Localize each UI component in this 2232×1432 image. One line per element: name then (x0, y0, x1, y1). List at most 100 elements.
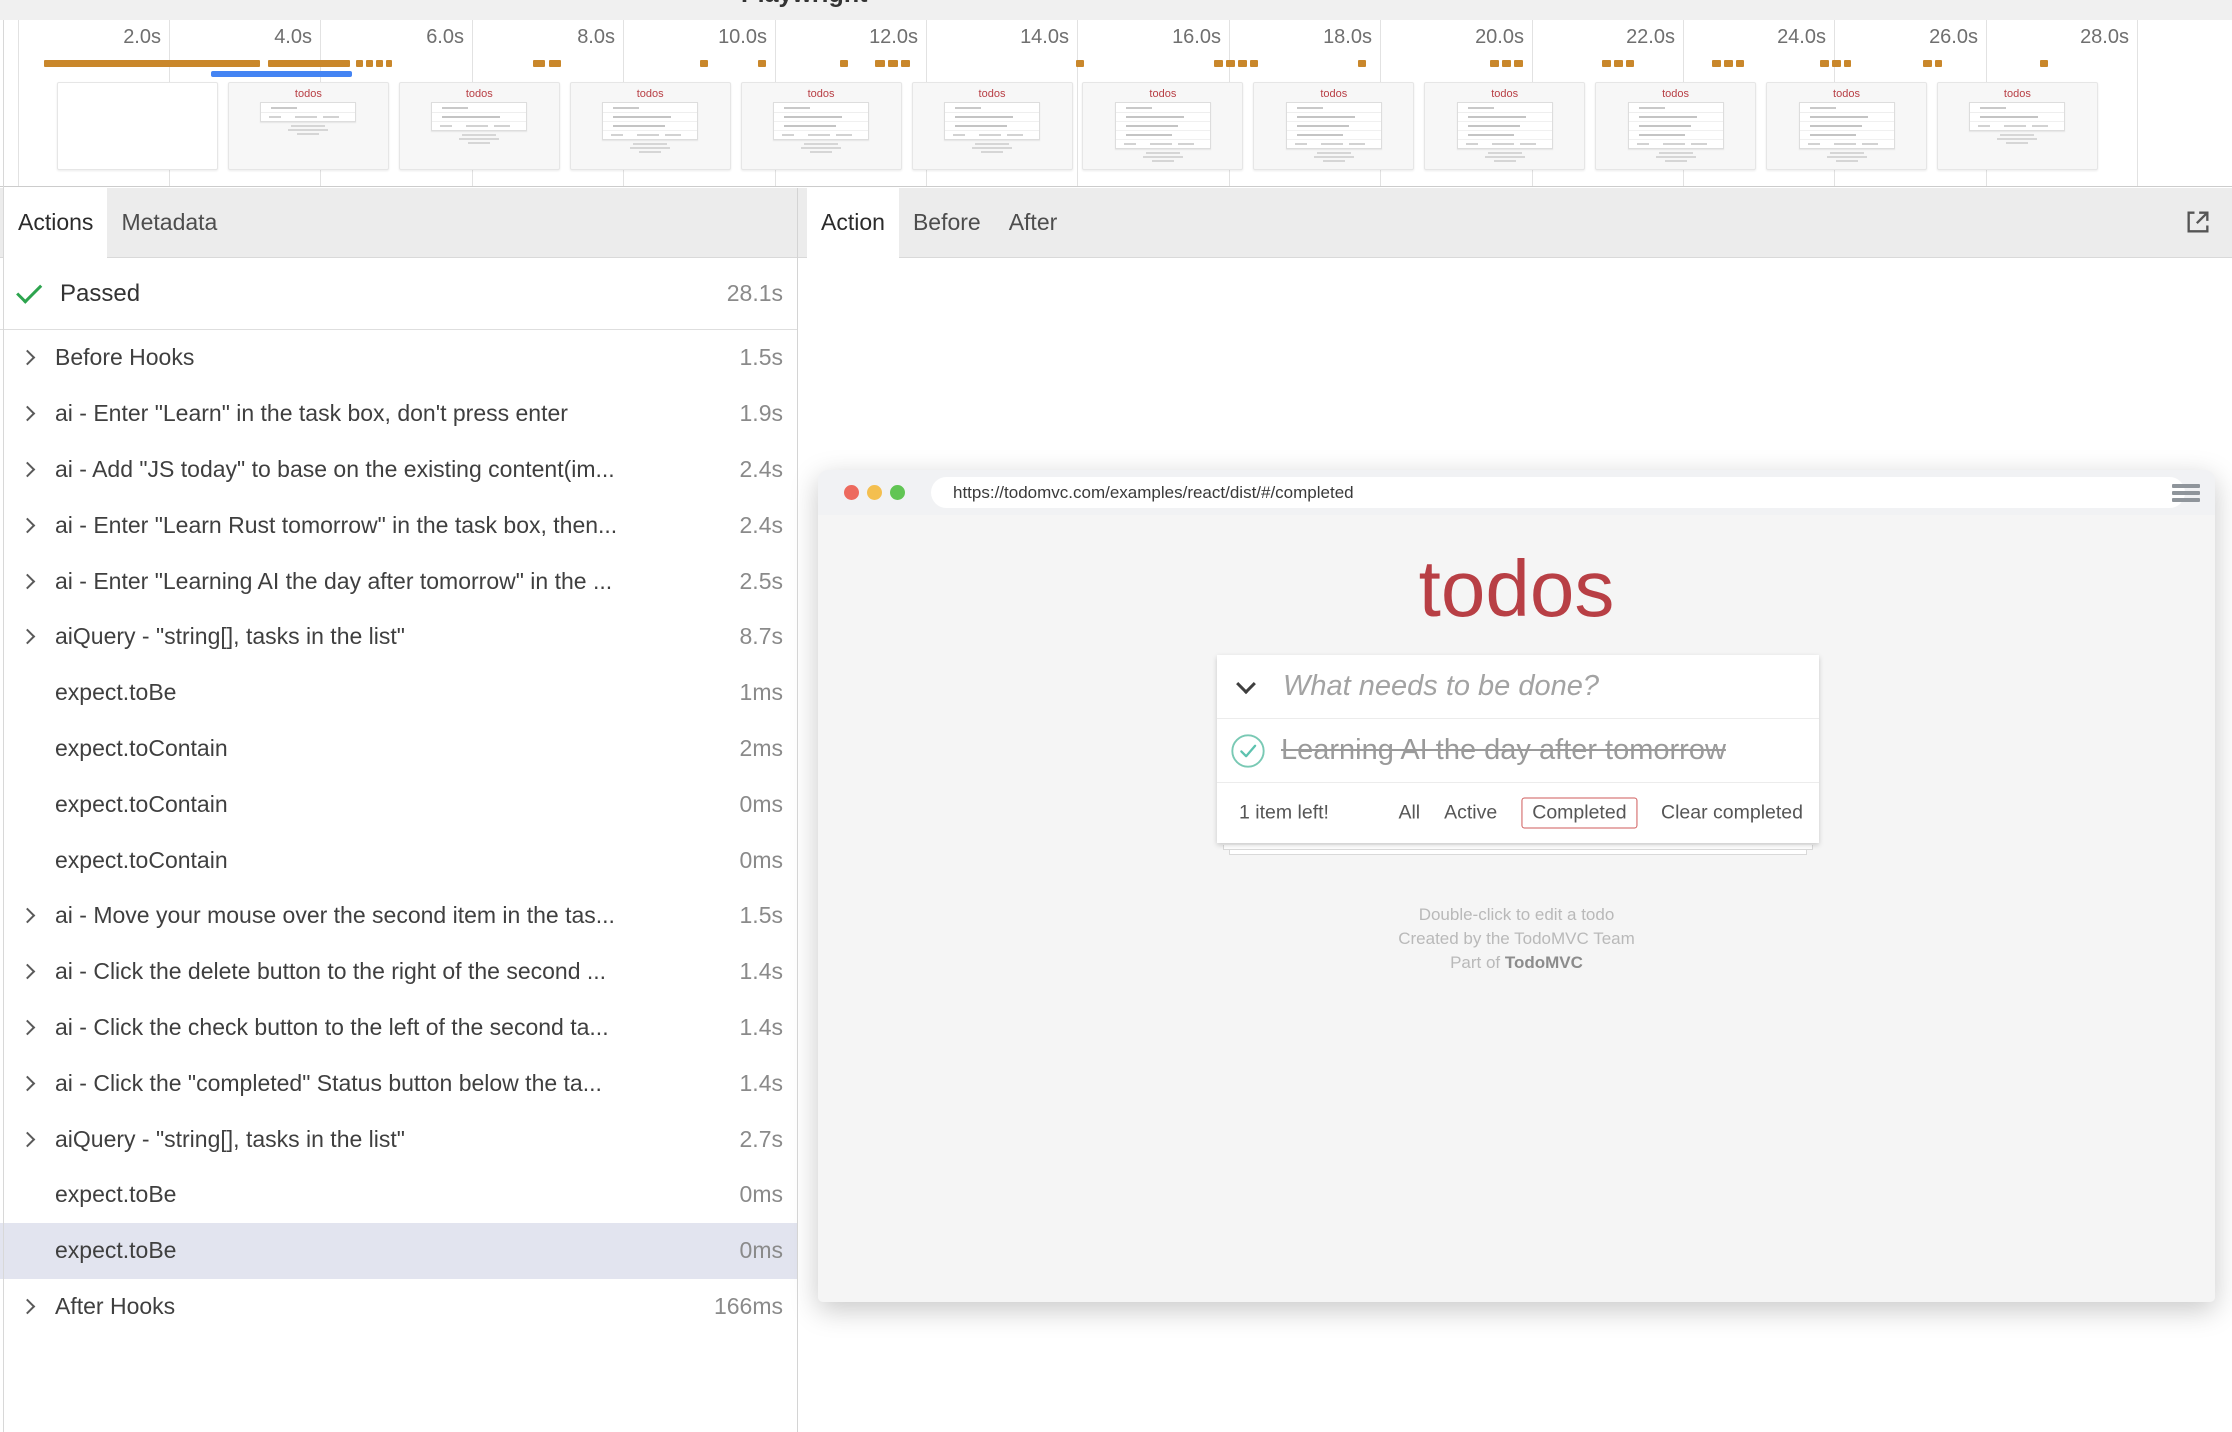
action-row[interactable]: ai - Move your mouse over the second ite… (0, 888, 797, 944)
filmstrip-thumbnail[interactable]: todos (570, 82, 731, 170)
action-row[interactable]: ai - Click the delete button to the righ… (0, 944, 797, 1000)
filmstrip-thumbnail[interactable]: todos (1937, 82, 2098, 170)
new-todo-input[interactable]: What needs to be done? (1283, 670, 1599, 703)
timeline[interactable]: 2.0s4.0s6.0s8.0s10.0s12.0s14.0s16.0s18.0… (0, 20, 2232, 187)
action-row[interactable]: After Hooks166ms (0, 1279, 797, 1335)
expand-chevron-icon[interactable] (20, 629, 36, 645)
filmstrip-thumbnail[interactable]: todos (1253, 82, 1414, 170)
network-activity-dash (549, 60, 561, 67)
action-row[interactable]: ai - Click the "completed" Status button… (0, 1055, 797, 1111)
expand-chevron-icon[interactable] (20, 1131, 36, 1147)
traffic-light-minimize[interactable] (867, 485, 882, 500)
filmstrip-thumbnail[interactable]: todos (741, 82, 902, 170)
passed-check-icon (16, 278, 42, 304)
thumbnail-mini-todo (1970, 113, 2064, 122)
action-row[interactable]: expect.toBe0ms (0, 1167, 797, 1223)
action-row[interactable]: expect.toContain0ms (0, 776, 797, 832)
action-row[interactable]: aiQuery - "string[], tasks in the list"8… (0, 609, 797, 665)
thumbnail-mini-card (773, 102, 869, 140)
new-todo-row: What needs to be done? (1217, 655, 1819, 719)
thumbnail-mini-card (1969, 102, 2065, 131)
thumbnail-mini-input (945, 103, 1039, 113)
network-activity-dash (533, 60, 545, 67)
filmstrip-thumbnail[interactable]: todos (1424, 82, 1585, 170)
thumbnail-mini-todo (1629, 131, 1723, 140)
action-row[interactable]: ai - Enter "Learn Rust tomorrow" in the … (0, 497, 797, 553)
items-left-count: 1 item left! (1239, 802, 1329, 825)
filmstrip-thumbnail[interactable]: todos (228, 82, 389, 170)
action-label: aiQuery - "string[], tasks in the list" (55, 623, 730, 650)
expand-chevron-icon[interactable] (20, 462, 36, 478)
expand-chevron-icon[interactable] (20, 908, 36, 924)
network-activity-dash (376, 60, 383, 67)
action-label: ai - Add "JS today" to base on the exist… (55, 456, 730, 483)
tab-before[interactable]: Before (899, 188, 995, 257)
timeline-tick-label: 4.0s (202, 26, 312, 49)
todo-complete-check-icon[interactable] (1229, 732, 1267, 770)
action-duration: 1.4s (740, 1014, 783, 1041)
action-label: ai - Enter "Learning AI the day after to… (55, 568, 730, 595)
expand-chevron-icon[interactable] (20, 1020, 36, 1036)
network-activity-dash (1602, 60, 1611, 67)
tab-after[interactable]: After (995, 188, 1072, 257)
action-row[interactable]: expect.toBe0ms (0, 1223, 797, 1279)
action-label: expect.toBe (55, 679, 730, 706)
filmstrip-thumbnail[interactable] (57, 82, 218, 170)
panel-divider[interactable] (797, 188, 798, 1432)
thumbnail-mini-input (774, 103, 868, 113)
thumbnail-mini-footer (1287, 140, 1381, 148)
tab-actions[interactable]: Actions (4, 188, 107, 257)
network-activity-dash (2040, 60, 2048, 67)
filmstrip-thumbnail[interactable]: todos (1595, 82, 1756, 170)
network-activity-dash (901, 60, 910, 67)
expand-chevron-icon[interactable] (20, 1075, 36, 1091)
filter-all[interactable]: All (1398, 802, 1420, 825)
expand-chevron-icon[interactable] (20, 518, 36, 534)
thumbnail-mini-footer (261, 113, 355, 121)
action-row[interactable]: aiQuery - "string[], tasks in the list"2… (0, 1111, 797, 1167)
todo-item[interactable]: Learning AI the day after tomorrow (1217, 719, 1819, 783)
thumbnail-mini-todo (1800, 131, 1894, 140)
thumbnail-mini-footer (1458, 140, 1552, 148)
address-bar[interactable]: https://todomvc.com/examples/react/dist/… (931, 477, 2185, 508)
filmstrip-thumbnail[interactable]: todos (1082, 82, 1243, 170)
network-activity-dash (1923, 60, 1932, 67)
traffic-light-close[interactable] (844, 485, 859, 500)
action-row[interactable]: expect.toBe1ms (0, 665, 797, 721)
filmstrip-thumbnail[interactable]: todos (1766, 82, 1927, 170)
timeline-gridline (18, 20, 19, 186)
open-external-button[interactable] (2178, 202, 2218, 242)
filter-completed[interactable]: Completed (1521, 798, 1637, 829)
action-row[interactable]: ai - Enter "Learning AI the day after to… (0, 553, 797, 609)
todo-card: What needs to be done? Learning AI the d… (1217, 655, 1819, 843)
expand-chevron-icon[interactable] (20, 406, 36, 422)
expand-chevron-icon[interactable] (20, 964, 36, 980)
expand-chevron-icon[interactable] (20, 350, 36, 366)
action-row[interactable]: ai - Click the check button to the left … (0, 1000, 797, 1056)
filmstrip-thumbnail[interactable]: todos (399, 82, 560, 170)
browser-menu-icon[interactable] (2172, 484, 2200, 505)
action-row[interactable]: ai - Add "JS today" to base on the exist… (0, 442, 797, 498)
network-activity-dash (840, 60, 848, 67)
thumbnail-mini-card (602, 102, 698, 140)
thumbnail-mini-input (432, 103, 526, 113)
thumbnail-mini-todo (603, 122, 697, 131)
tab-metadata[interactable]: Metadata (107, 188, 231, 257)
test-status-row[interactable]: Passed 28.1s (0, 258, 797, 330)
action-row[interactable]: expect.toContain0ms (0, 832, 797, 888)
traffic-light-zoom[interactable] (890, 485, 905, 500)
thumbnail-mini-card (1799, 102, 1895, 149)
network-activity-dash (1214, 60, 1223, 67)
expand-chevron-icon[interactable] (20, 1299, 36, 1315)
action-row[interactable]: ai - Enter "Learn" in the task box, don'… (0, 386, 797, 442)
action-row[interactable]: Before Hooks1.5s (0, 330, 797, 386)
clear-completed-button[interactable]: Clear completed (1661, 802, 1803, 825)
action-duration: 1.4s (740, 1070, 783, 1097)
expand-chevron-icon[interactable] (20, 573, 36, 589)
action-row[interactable]: expect.toContain2ms (0, 721, 797, 777)
action-duration: 2.5s (740, 568, 783, 595)
filmstrip-thumbnail[interactable]: todos (912, 82, 1073, 170)
filter-active[interactable]: Active (1444, 802, 1497, 825)
tab-action[interactable]: Action (807, 188, 899, 257)
toggle-all-chevron-icon[interactable] (1236, 674, 1256, 694)
